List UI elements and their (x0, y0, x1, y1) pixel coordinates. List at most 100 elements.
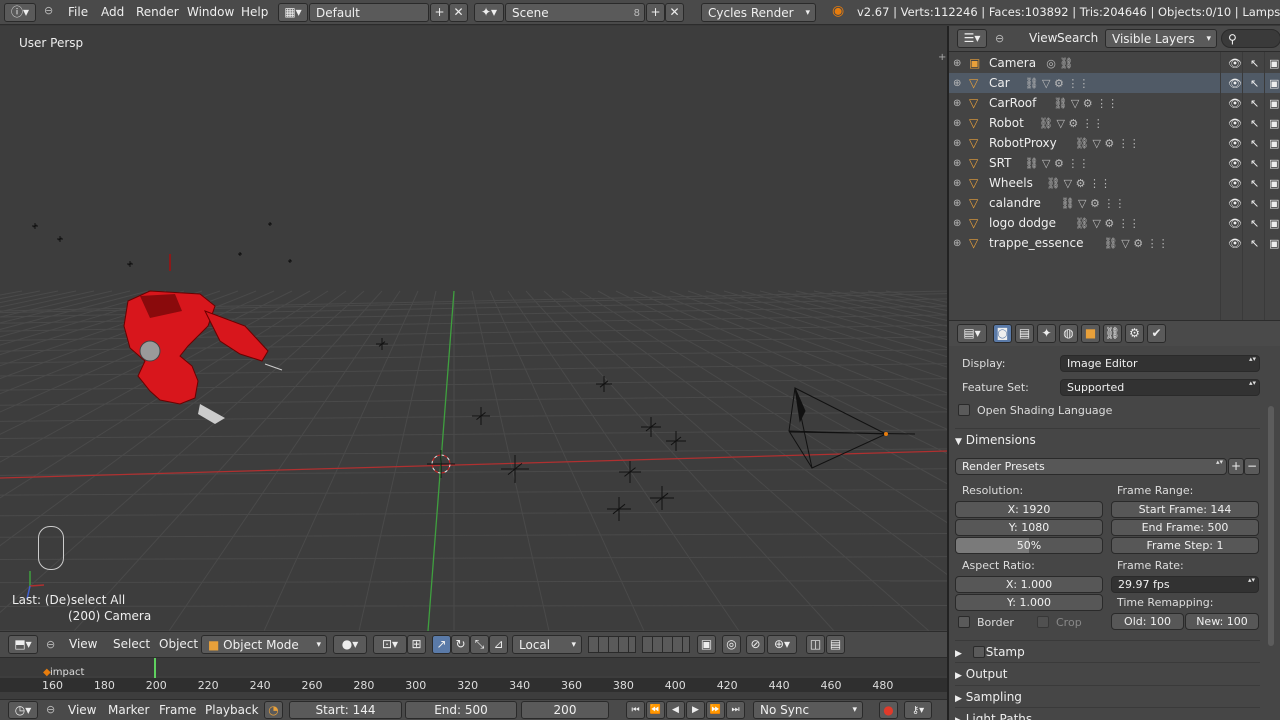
sampling-panel-header[interactable]: ▶ Sampling (955, 685, 1260, 707)
info-editor-type-icon[interactable]: ⓘ▾ (4, 3, 36, 22)
menu-file[interactable]: File (62, 3, 94, 22)
osl-checkbox[interactable] (958, 404, 970, 416)
select-arrow-icon[interactable]: ↖ (1250, 57, 1259, 70)
3d-viewport[interactable]: User Persp Last: (De)select All (200) Ca… (0, 26, 947, 631)
delete-scene-icon[interactable]: ✕ (665, 3, 684, 22)
expand-icon[interactable]: ⊕ (953, 158, 961, 169)
data-tab-icon[interactable]: ✔ (1147, 324, 1166, 343)
visibility-eye-icon[interactable]: 👁 (1228, 97, 1242, 110)
delete-screen-icon[interactable]: ✕ (449, 3, 468, 22)
sync-mode-select[interactable]: No Sync ▾ (753, 701, 863, 719)
screen-layout-field[interactable]: Default (309, 3, 429, 22)
output-panel-header[interactable]: ▶ Output (955, 662, 1260, 684)
add-screen-icon[interactable]: + (430, 3, 449, 22)
visibility-eye-icon[interactable]: 👁 (1228, 137, 1242, 150)
mode-select[interactable]: ■ Object Mode ▾ (201, 635, 327, 654)
resolution-y-field[interactable]: Y: 1080 (955, 519, 1103, 536)
render-opengl-icon[interactable]: ◫ (806, 635, 825, 654)
menu-render[interactable]: Render (130, 3, 185, 22)
feature-set-select[interactable]: Supported (1060, 379, 1260, 396)
menu-help[interactable]: Help (235, 3, 274, 22)
properties-scrollbar[interactable] (1268, 406, 1274, 646)
outliner-item[interactable]: ⊕ ▽ Robot ⛓ ▽ ⚙ ⋮⋮ 👁 ↖ ▣ (949, 113, 1280, 133)
stamp-panel-header[interactable]: ▶ Stamp (955, 640, 1260, 662)
menu-object[interactable]: Object (153, 635, 204, 654)
select-arrow-icon[interactable]: ↖ (1250, 117, 1259, 130)
menu-view[interactable]: View (62, 701, 102, 719)
remap-old-field[interactable]: Old: 100 (1111, 613, 1184, 630)
render-camera-icon[interactable]: ▣ (1269, 77, 1279, 90)
render-camera-icon[interactable]: ▣ (1269, 237, 1279, 250)
menu-view[interactable]: View (63, 635, 103, 654)
select-arrow-icon[interactable]: ↖ (1250, 177, 1259, 190)
outliner-item[interactable]: ⊕ ▽ trappe_essence ⛓ ▽ ⚙ ⋮⋮ 👁 ↖ ▣ (949, 233, 1280, 253)
select-arrow-icon[interactable]: ↖ (1250, 157, 1259, 170)
display-filter-select[interactable]: Visible Layers ▾ (1105, 29, 1217, 48)
render-layers-tab-icon[interactable]: ▤ (1015, 324, 1034, 343)
expand-icon[interactable]: ⊕ (953, 138, 961, 149)
collapse-menu-icon[interactable]: ⊖ (995, 32, 1004, 45)
render-camera-icon[interactable]: ▣ (1269, 157, 1279, 170)
menu-add[interactable]: Add (95, 3, 130, 22)
menu-frame[interactable]: Frame (153, 701, 202, 719)
select-arrow-icon[interactable]: ↖ (1250, 237, 1259, 250)
preview-range-clock-icon[interactable]: ◔ (264, 701, 283, 719)
jump-end-icon[interactable]: ⏭ (726, 701, 745, 719)
layer-buttons-right[interactable] (642, 636, 690, 653)
lock-layers-icon[interactable]: ▣ (697, 635, 716, 654)
expand-icon[interactable]: ⊕ (953, 118, 961, 129)
select-arrow-icon[interactable]: ↖ (1250, 77, 1259, 90)
render-engine-select[interactable]: Cycles Render ▾ (701, 3, 816, 22)
render-presets-select[interactable]: Render Presets (955, 458, 1227, 475)
visibility-eye-icon[interactable]: 👁 (1228, 157, 1242, 170)
render-animation-icon[interactable]: ▤ (826, 635, 845, 654)
jump-keyframe-back-icon[interactable]: ⏪ (646, 701, 665, 719)
timeline-editor-type-icon[interactable]: ◷▾ (8, 701, 38, 719)
visibility-eye-icon[interactable]: 👁 (1228, 117, 1242, 130)
auto-keyframe-record-icon[interactable]: ● (879, 701, 898, 719)
outliner-editor-type-icon[interactable]: ☰▾ (957, 29, 987, 48)
collapse-menu-icon[interactable]: ⊖ (46, 703, 55, 716)
pivot-point-icon[interactable]: ⊡▾ (373, 635, 407, 654)
render-camera-icon[interactable]: ▣ (1269, 57, 1279, 70)
outliner-item[interactable]: ⊕ ▽ Wheels ⛓ ▽ ⚙ ⋮⋮ 👁 ↖ ▣ (949, 173, 1280, 193)
visibility-eye-icon[interactable]: 👁 (1228, 77, 1242, 90)
constraints-tab-icon[interactable]: ⛓ (1103, 324, 1122, 343)
outliner-item[interactable]: ⊕ ▽ CarRoof ⛓ ▽ ⚙ ⋮⋮ 👁 ↖ ▣ (949, 93, 1280, 113)
manipulator-extra-icon[interactable]: ⊿ (489, 635, 508, 654)
snap-toggle-icon[interactable]: ⊘ (746, 635, 765, 654)
select-arrow-icon[interactable]: ↖ (1250, 97, 1259, 110)
crop-checkbox[interactable] (1037, 616, 1049, 628)
menu-select[interactable]: Select (107, 635, 156, 654)
remap-new-field[interactable]: New: 100 (1185, 613, 1259, 630)
resolution-x-field[interactable]: X: 1920 (955, 501, 1103, 518)
stamp-checkbox[interactable] (973, 646, 985, 658)
render-camera-icon[interactable]: ▣ (1269, 217, 1279, 230)
visibility-eye-icon[interactable]: 👁 (1228, 217, 1242, 230)
remove-preset-icon[interactable]: − (1244, 458, 1260, 475)
timeline-editor[interactable]: ◆ impact 160 180 200 220 240 260 280 300 320 340 3… (0, 657, 947, 699)
visibility-eye-icon[interactable]: 👁 (1228, 237, 1242, 250)
outliner-item[interactable]: ⊕ ▽ calandre ⛓ ▽ ⚙ ⋮⋮ 👁 ↖ ▣ (949, 193, 1280, 213)
transform-orientation-select[interactable]: Local ▾ (512, 635, 582, 654)
jump-start-icon[interactable]: ⏮ (626, 701, 645, 719)
screen-layout-icon[interactable]: ▦▾ (278, 3, 308, 22)
end-frame-field[interactable]: End: 500 (405, 701, 517, 719)
frame-rate-select[interactable]: 29.97 fps (1111, 576, 1259, 593)
menu-playback[interactable]: Playback (199, 701, 265, 719)
select-arrow-icon[interactable]: ↖ (1250, 137, 1259, 150)
snap-element-icon[interactable]: ⊕▾ (767, 635, 797, 654)
jump-keyframe-forward-icon[interactable]: ⏩ (706, 701, 725, 719)
render-camera-icon[interactable]: ▣ (1269, 97, 1279, 110)
visibility-eye-icon[interactable]: 👁 (1228, 197, 1242, 210)
translate-manipulator-icon[interactable]: ↗ (432, 635, 451, 654)
layer-buttons-left[interactable] (588, 636, 636, 653)
border-checkbox[interactable] (958, 616, 970, 628)
expand-icon[interactable]: ⊕ (953, 58, 961, 69)
play-icon[interactable]: ▶ (686, 701, 705, 719)
light-paths-panel-header[interactable]: ▶ Light Paths (955, 707, 1260, 720)
outliner-item[interactable]: ⊕ ▽ RobotProxy ⛓ ▽ ⚙ ⋮⋮ 👁 ↖ ▣ (949, 133, 1280, 153)
keying-set-icon[interactable]: ⚷▾ (904, 701, 932, 719)
select-arrow-icon[interactable]: ↖ (1250, 197, 1259, 210)
expand-icon[interactable]: ⊕ (953, 178, 961, 189)
